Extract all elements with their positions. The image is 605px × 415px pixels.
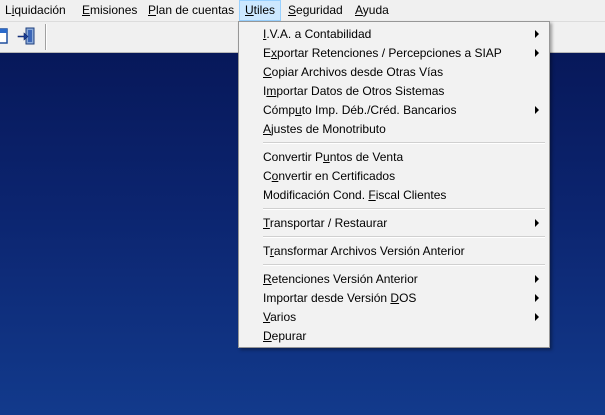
menu-item-label: Importar desde Versión DOS [263,291,417,305]
menu-item-convertir-puntos-venta[interactable]: Convertir Puntos de Venta [241,148,547,167]
menu-item-label: Convertir en Certificados [263,169,396,183]
menu-item-label: Depurar [263,329,307,343]
menu-accelerator: S [288,3,297,17]
submenu-arrow-icon [535,30,539,38]
menu-item-label: Copiar Archivos desde Otras Vías [263,65,444,79]
menu-item-copiar-archivos[interactable]: Copiar Archivos desde Otras Vías [241,63,547,82]
menu-item-label: Convertir Puntos de Venta [263,150,404,164]
menu-accelerator: E [82,3,91,17]
menu-item-label: I.V.A. a Contabilidad [263,27,372,41]
menu-separator [263,208,545,210]
menu-item-label: Importar Datos de Otros Sistemas [263,84,445,98]
submenu-arrow-icon [535,313,539,321]
menu-separator [263,264,545,266]
menu-liquidacion[interactable]: Liquidación [0,0,71,21]
menu-ayuda[interactable]: Ayuda [350,0,394,21]
menu-item-retenciones-version-anterior[interactable]: Retenciones Versión Anterior [241,270,547,289]
menu-label: eguridad [296,3,343,17]
menu-plan-de-cuentas[interactable]: Plan de cuentas [143,0,239,21]
menu-label: tiles [253,3,276,17]
menu-label: quidación [14,3,66,17]
menu-item-exportar-retenciones[interactable]: Exportar Retenciones / Percepciones a SI… [241,44,547,63]
menu-utiles[interactable]: Utiles [239,0,282,21]
menu-item-label: Transportar / Restaurar [263,216,388,230]
menu-label: misiones [90,3,138,17]
submenu-arrow-icon [535,106,539,114]
toolbar-separator [45,24,46,50]
menu-accelerator: U [245,3,254,17]
menu-item-iva-contabilidad[interactable]: I.V.A. a Contabilidad [241,25,547,44]
menu-seguridad[interactable]: Seguridad [283,0,348,21]
menu-label: L [5,3,12,17]
menu-item-label: Transformar Archivos Versión Anterior [263,244,465,258]
window-icon[interactable] [0,25,10,47]
menu-item-importar-datos[interactable]: Importar Datos de Otros Sistemas [241,82,547,101]
menu-item-label: Cómputo Imp. Déb./Créd. Bancarios [263,103,457,117]
menu-separator [263,236,545,238]
submenu-arrow-icon [535,49,539,57]
menu-item-convertir-certificados[interactable]: Convertir en Certificados [241,167,547,186]
utiles-dropdown-menu: I.V.A. a Contabilidad Exportar Retencion… [238,21,550,348]
menu-item-label: Exportar Retenciones / Percepciones a SI… [263,46,502,60]
menu-label: yuda [362,3,389,17]
menu-label: lan de cuentas [156,3,235,17]
menu-item-label: Ajustes de Monotributo [263,122,386,136]
menu-item-depurar[interactable]: Depurar [241,327,547,346]
menu-item-label: Varios [263,310,297,324]
menu-bar: Liquidación Emisiones Plan de cuentas Ut… [0,0,605,22]
menu-item-label: Modificación Cond. Fiscal Clientes [263,188,447,202]
menu-accelerator: A [355,3,363,17]
menu-item-transportar-restaurar[interactable]: Transportar / Restaurar [241,214,547,233]
submenu-arrow-icon [535,294,539,302]
menu-item-modificacion-cond-fiscal[interactable]: Modificación Cond. Fiscal Clientes [241,186,547,205]
submenu-arrow-icon [535,275,539,283]
menu-accelerator: P [148,3,157,17]
menu-separator [263,142,545,144]
menu-item-label: Retenciones Versión Anterior [263,272,418,286]
menu-item-computo-imp-deb-cred[interactable]: Cómputo Imp. Déb./Créd. Bancarios [241,101,547,120]
menu-item-transformar-archivos[interactable]: Transformar Archivos Versión Anterior [241,242,547,261]
submenu-arrow-icon [535,219,539,227]
menu-item-importar-version-dos[interactable]: Importar desde Versión DOS [241,289,547,308]
menu-item-ajustes-monotributo[interactable]: Ajustes de Monotributo [241,120,547,139]
menu-item-varios[interactable]: Varios [241,308,547,327]
exit-door-icon[interactable] [16,25,38,47]
menu-emisiones[interactable]: Emisiones [77,0,142,21]
